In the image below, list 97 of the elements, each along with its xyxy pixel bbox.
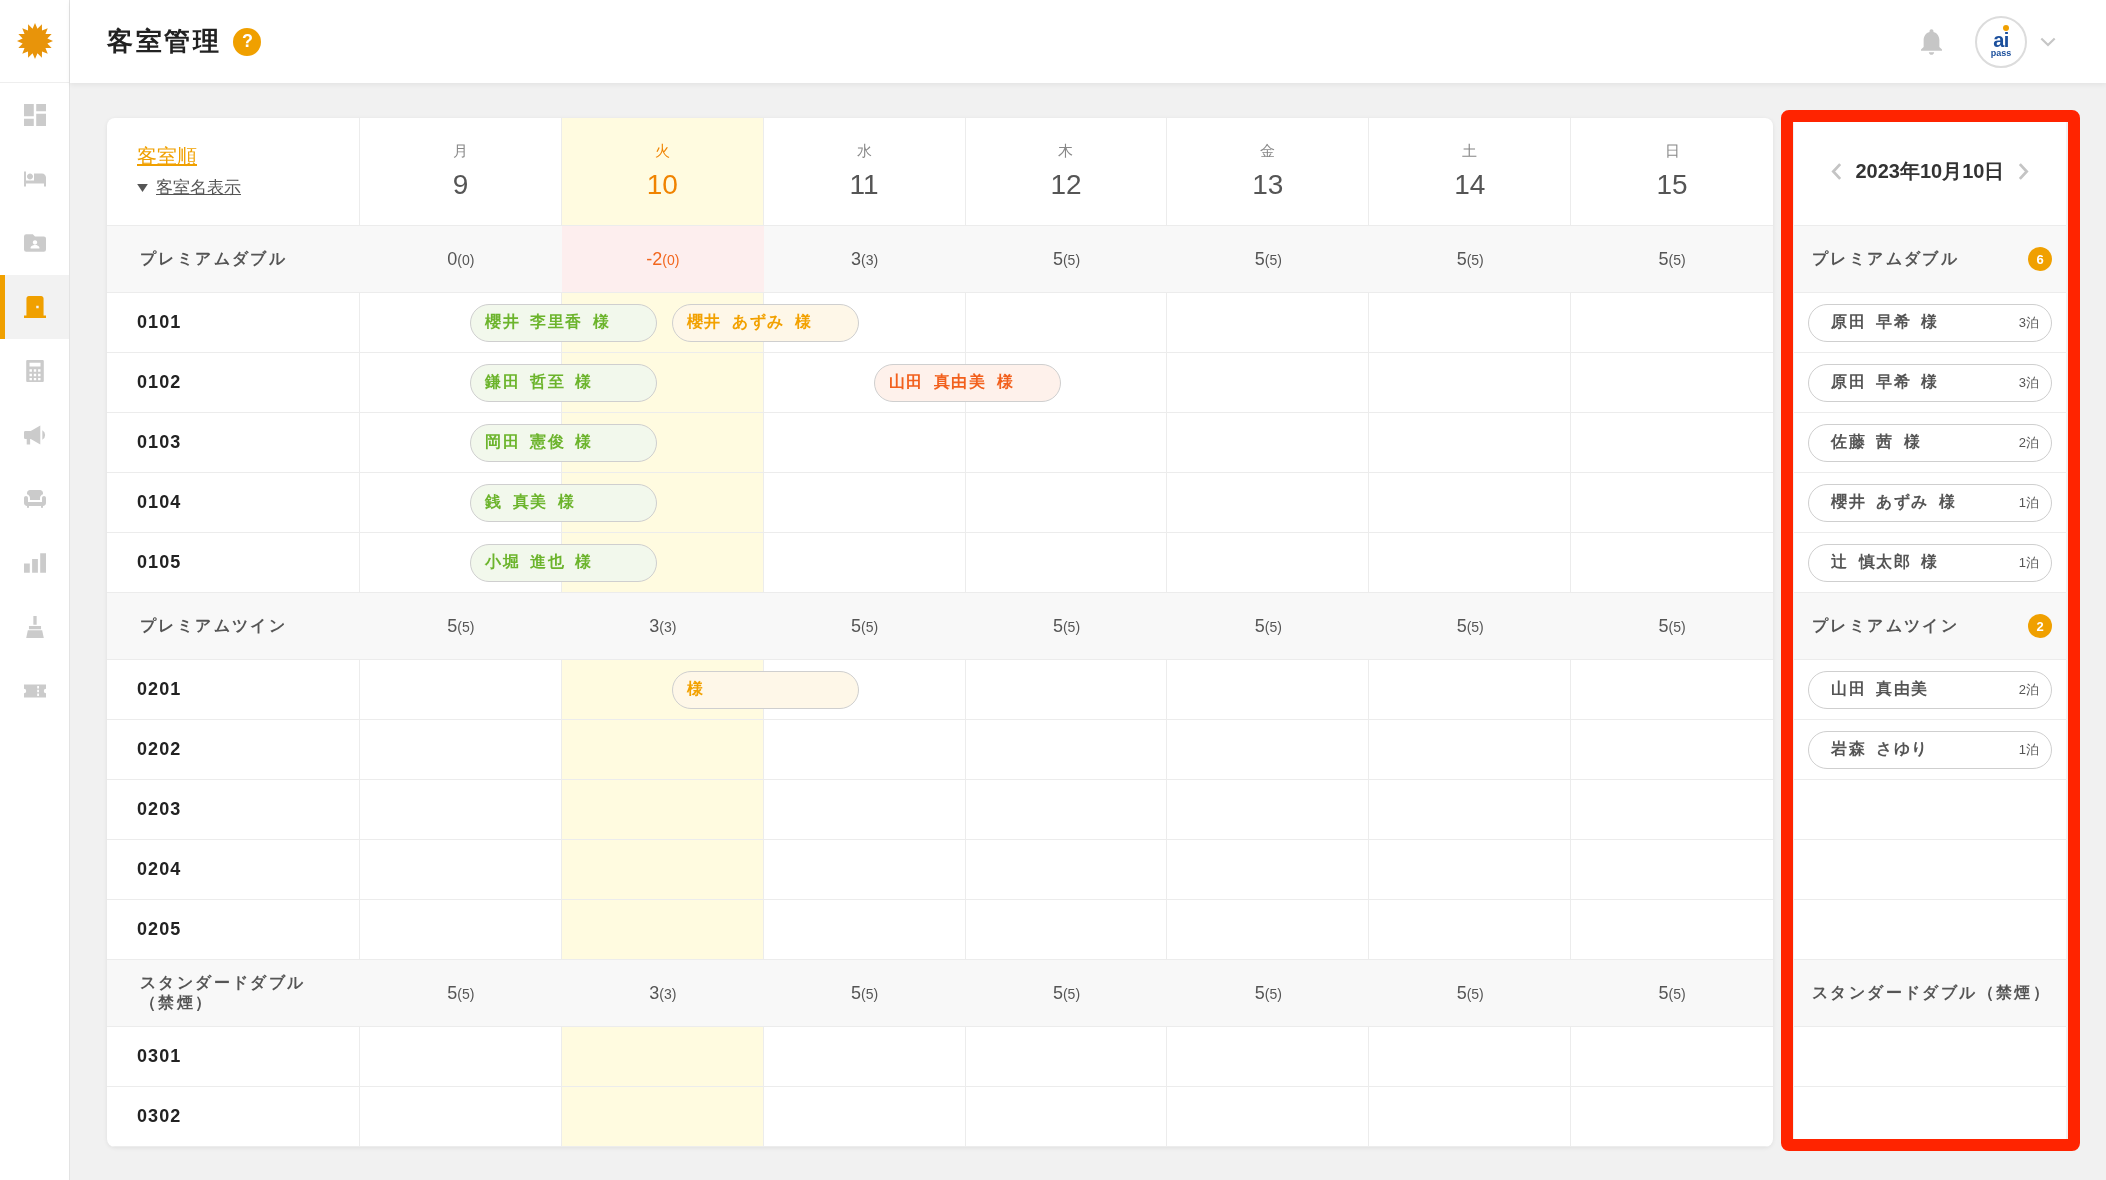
folder-person-icon [23,232,46,254]
availability-count: 5(5) [1455,981,1485,1005]
guest-name: 佐藤 茜 様 [1831,432,1922,452]
room-number: 0104 [137,492,182,513]
door-icon [23,296,46,318]
guest-name: 櫻井 あずみ 様 [1831,492,1957,513]
weekday-label: 水 [856,142,872,161]
broom-icon [23,616,46,638]
availability-count: 5(5) [850,981,880,1005]
armchair-icon [23,488,46,510]
calculator-icon [23,360,46,382]
megaphone-icon [23,424,46,446]
availability-count: 3(3) [648,614,678,638]
availability-count: 0(0) [446,247,476,271]
availability-count: -2(0) [561,226,764,292]
day-number: 15 [1656,169,1688,201]
weekday-label: 火 [654,142,670,161]
availability-count: 5(5) [446,981,476,1005]
room-number: 0105 [137,552,182,573]
day-header[interactable]: 金 13 [1167,118,1370,225]
availability-count: 5(5) [1051,981,1082,1005]
day-header[interactable]: 日 15 [1571,118,1773,225]
room-type-name: スタンダードダブル（禁煙） [1812,983,2052,1003]
nights-label: 2泊 [2018,680,2039,699]
room-type-name: プレミアムダブル [1812,249,1960,269]
room-number: 0205 [137,919,182,940]
count-badge: 2 [2028,614,2052,638]
weekday-label: 金 [1260,142,1276,161]
room-number: 0204 [137,859,182,880]
room-number: 0302 [137,1106,182,1127]
nights-label: 3泊 [2018,313,2039,332]
chevron-left-icon[interactable] [1830,162,1842,181]
availability-count: 5(5) [1253,614,1283,638]
sidebar-item[interactable] [0,275,69,339]
day-number: 12 [1050,169,1082,201]
bar-chart-icon [23,552,46,574]
day-header[interactable]: 月 9 [360,118,562,225]
account-avatar[interactable]: ai pass [1975,15,2027,68]
guest-name: 山田 真由美 [1831,679,1930,699]
caret-icon[interactable] [137,184,148,193]
availability-count: 3(3) [648,981,678,1005]
weekday-label: 日 [1664,142,1680,161]
room-number: 0101 [137,312,182,333]
availability-count: 5(5) [1051,614,1082,638]
room-number: 0103 [137,432,182,453]
day-header[interactable]: 水 11 [763,118,966,225]
guest-name: 辻 慎太郎 様 [1831,552,1940,572]
room-name-toggle[interactable]: 客室名表示 [156,178,241,199]
sunburst-logo-icon[interactable] [16,23,53,59]
room-number: 0203 [137,799,182,820]
guest-name: 岩森 さゆり [1831,739,1930,759]
day-header[interactable]: 木 12 [965,118,1168,225]
room-number: 0201 [137,679,182,700]
weekday-label: 土 [1462,142,1478,161]
availability-count: 5(5) [1253,247,1283,271]
availability-count: 5(5) [1253,981,1283,1005]
nights-label: 1泊 [2018,553,2039,572]
room-type-name: プレミアムツイン [1812,616,1960,636]
availability-count: 5(5) [1051,247,1082,271]
availability-count: 5(5) [1657,247,1687,271]
logo-subtext: pass [1990,48,2012,58]
availability-count: 5(5) [446,614,476,638]
availability-count: 5(5) [1455,614,1485,638]
weekday-label: 木 [1058,142,1074,161]
day-number: 10 [646,169,678,201]
nights-label: 1泊 [2018,740,2039,759]
day-number: 13 [1252,169,1284,201]
room-number: 0102 [137,372,182,393]
page-title: 客室管理 [107,25,222,58]
room-type-name: プレミアムダブル [140,249,288,269]
guest-name: 原田 早希 様 [1831,312,1940,332]
weekday-label: 月 [452,142,468,161]
chevron-right-icon[interactable] [2018,162,2030,181]
availability-count: 5(5) [1657,614,1687,638]
nights-label: 3泊 [2018,373,2039,392]
room-type-name: プレミアムツイン [140,616,288,636]
availability-count: 5(5) [1657,981,1687,1005]
count-badge: 6 [2028,247,2052,271]
dot-icon [2002,25,2009,31]
chevron-down-icon[interactable] [2040,36,2056,47]
nights-label: 2泊 [2018,433,2039,452]
panel-date: 2023年10月10日 [1855,159,2005,184]
dashboard-icon [23,104,46,126]
bell-icon[interactable] [1921,28,1942,55]
day-number: 14 [1454,169,1486,201]
day-number: 9 [452,169,469,201]
guest-name: 原田 早希 様 [1831,372,1940,392]
room-number: 0202 [137,739,182,760]
day-header[interactable]: 土 14 [1369,118,1572,225]
day-number: 11 [849,169,879,201]
nights-label: 1泊 [2018,493,2039,512]
availability-count: 5(5) [1455,247,1485,271]
room-type-name: スタンダードダブル（禁煙） [140,973,307,1013]
availability-count: 5(5) [850,614,880,638]
room-number: 0301 [137,1046,182,1067]
logo-text: ai [1993,32,2009,48]
availability-count: 3(3) [850,247,880,271]
